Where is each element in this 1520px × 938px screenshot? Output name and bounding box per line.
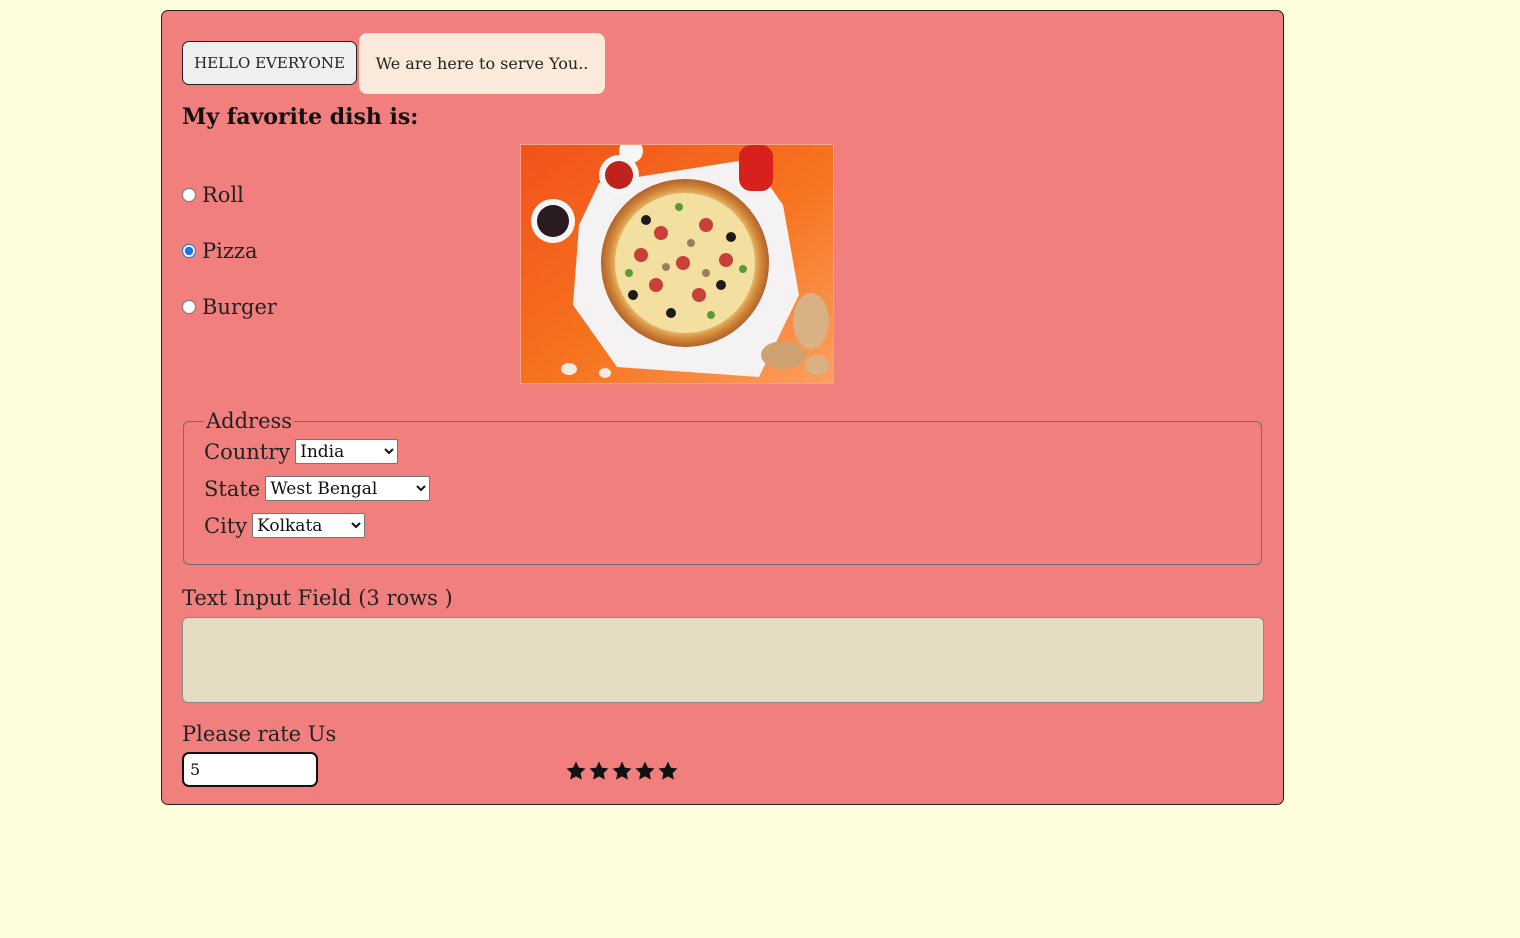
star-icon[interactable] <box>589 761 609 781</box>
star-icon[interactable] <box>658 761 678 781</box>
country-row: Country India <box>204 433 1241 470</box>
address-legend: Address <box>206 409 293 433</box>
pizza-photo <box>520 144 834 384</box>
pizza-radio[interactable] <box>182 244 196 258</box>
rating-number-input[interactable] <box>182 752 318 787</box>
city-select[interactable]: Kolkata <box>252 513 366 538</box>
burger-radio[interactable] <box>182 300 196 314</box>
dish-option-roll[interactable]: Roll <box>182 183 244 207</box>
comment-textarea[interactable] <box>182 617 1264 703</box>
state-select[interactable]: West Bengal <box>265 476 431 501</box>
hello-everyone-button[interactable]: HELLO EVERYONE <box>182 41 357 85</box>
country-label: Country <box>204 439 291 464</box>
pizza-label: Pizza <box>202 239 258 263</box>
rate-us-label: Please rate Us <box>182 722 337 746</box>
star-icon[interactable] <box>612 761 632 781</box>
country-select[interactable]: India <box>295 439 399 464</box>
roll-radio[interactable] <box>182 188 196 202</box>
star-rating <box>566 761 678 781</box>
roll-label: Roll <box>202 183 244 207</box>
star-icon[interactable] <box>566 761 586 781</box>
burger-label: Burger <box>202 295 277 319</box>
state-row: State West Bengal <box>204 470 1241 507</box>
favorite-dish-heading: My favorite dish is: <box>182 104 419 130</box>
text-input-label: Text Input Field (3 rows ) <box>182 586 453 610</box>
form-card: HELLO EVERYONE We are here to serve You.… <box>161 10 1284 805</box>
dish-option-pizza[interactable]: Pizza <box>182 239 258 263</box>
address-fieldset: Address Country India State West Bengal … <box>183 409 1262 565</box>
serve-you-button[interactable]: We are here to serve You.. <box>359 33 605 94</box>
city-row: City Kolkata <box>204 507 1241 544</box>
dish-option-burger[interactable]: Burger <box>182 295 277 319</box>
state-label: State <box>204 476 261 501</box>
city-label: City <box>204 513 248 538</box>
star-icon[interactable] <box>635 761 655 781</box>
